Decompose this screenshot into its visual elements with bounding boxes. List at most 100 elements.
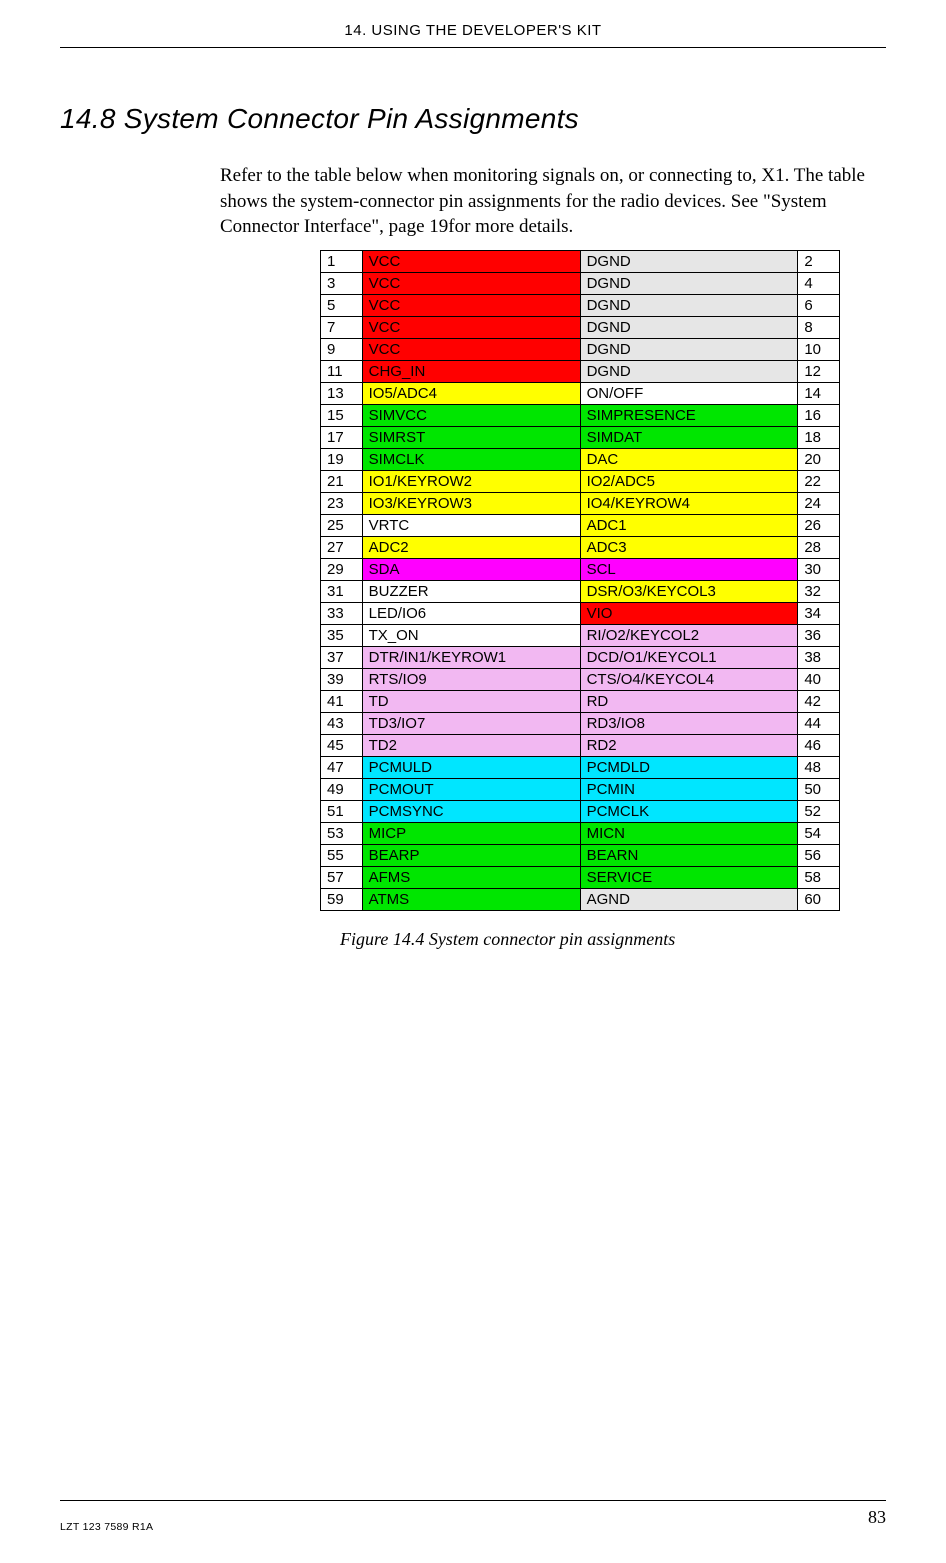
pin-signal-right: AGND [580,888,798,910]
pin-signal-left: TD3/IO7 [362,712,580,734]
table-row: 49PCMOUTPCMIN50 [321,778,840,800]
pin-signal-right: RD [580,690,798,712]
pin-signal-right: MICN [580,822,798,844]
footer-rule [60,1500,886,1501]
pin-number-right: 60 [798,888,840,910]
page: 14. USING THE DEVELOPER'S KIT 14.8 Syste… [0,0,946,1563]
table-row: 5VCCDGND6 [321,294,840,316]
table-row: 57AFMSSERVICE58 [321,866,840,888]
pin-signal-left: TD [362,690,580,712]
pin-number-left: 33 [321,602,363,624]
pin-signal-right: ADC3 [580,536,798,558]
pin-signal-right: SCL [580,558,798,580]
pin-number-left: 5 [321,294,363,316]
pin-number-left: 27 [321,536,363,558]
pin-number-right: 4 [798,272,840,294]
header-rule [60,47,886,48]
pin-signal-right: RD2 [580,734,798,756]
pin-signal-right: SERVICE [580,866,798,888]
pin-signal-left: IO3/KEYROW3 [362,492,580,514]
pin-number-left: 49 [321,778,363,800]
pin-signal-left: PCMOUT [362,778,580,800]
pin-signal-right: DSR/O3/KEYCOL3 [580,580,798,602]
pin-signal-left: ATMS [362,888,580,910]
pin-signal-right: DGND [580,294,798,316]
table-row: 43TD3/IO7RD3/IO844 [321,712,840,734]
section-heading: 14.8 System Connector Pin Assignments [60,103,886,135]
pin-number-right: 28 [798,536,840,558]
pin-signal-right: RD3/IO8 [580,712,798,734]
pin-signal-right: RI/O2/KEYCOL2 [580,624,798,646]
pin-number-right: 46 [798,734,840,756]
pin-number-left: 59 [321,888,363,910]
pin-number-right: 26 [798,514,840,536]
pin-signal-left: PCMSYNC [362,800,580,822]
pin-number-right: 50 [798,778,840,800]
pin-number-right: 12 [798,360,840,382]
pin-number-right: 34 [798,602,840,624]
table-row: 27ADC2ADC328 [321,536,840,558]
table-row: 41TDRD42 [321,690,840,712]
table-row: 23IO3/KEYROW3IO4/KEYROW424 [321,492,840,514]
doc-id: LZT 123 7589 R1A [60,1507,153,1533]
pin-signal-left: MICP [362,822,580,844]
pin-number-left: 25 [321,514,363,536]
table-row: 45TD2RD246 [321,734,840,756]
pin-signal-left: VCC [362,272,580,294]
pin-number-left: 57 [321,866,363,888]
pin-number-left: 45 [321,734,363,756]
pin-signal-right: DGND [580,316,798,338]
pin-signal-left: TX_ON [362,624,580,646]
pin-number-left: 7 [321,316,363,338]
pin-number-right: 36 [798,624,840,646]
pin-number-right: 6 [798,294,840,316]
pin-number-right: 52 [798,800,840,822]
pin-signal-right: SIMPRESENCE [580,404,798,426]
pin-signal-right: ADC1 [580,514,798,536]
table-row: 25VRTCADC126 [321,514,840,536]
pin-number-left: 35 [321,624,363,646]
table-row: 59ATMSAGND60 [321,888,840,910]
table-row: 53MICPMICN54 [321,822,840,844]
table-row: 21IO1/KEYROW2IO2/ADC522 [321,470,840,492]
intro-paragraph: Refer to the table below when monitoring… [220,163,876,240]
pin-signal-left: BUZZER [362,580,580,602]
table-row: 15SIMVCCSIMPRESENCE16 [321,404,840,426]
pin-number-right: 10 [798,338,840,360]
pin-signal-left: VCC [362,338,580,360]
pin-signal-left: LED/IO6 [362,602,580,624]
pin-signal-right: PCMCLK [580,800,798,822]
pin-signal-left: VCC [362,250,580,272]
table-row: 39RTS/IO9CTS/O4/KEYCOL440 [321,668,840,690]
pin-signal-left: ADC2 [362,536,580,558]
figure-caption: Figure 14.4 System connector pin assignm… [340,929,886,950]
pin-number-left: 9 [321,338,363,360]
pin-signal-left: VRTC [362,514,580,536]
pin-number-left: 39 [321,668,363,690]
pin-signal-left: SIMRST [362,426,580,448]
table-row: 33LED/IO6VIO34 [321,602,840,624]
pin-number-right: 22 [798,470,840,492]
pin-number-left: 29 [321,558,363,580]
pin-number-right: 56 [798,844,840,866]
pin-signal-right: DGND [580,360,798,382]
table-row: 29SDASCL30 [321,558,840,580]
pin-number-right: 20 [798,448,840,470]
table-row: 55BEARPBEARN56 [321,844,840,866]
pin-number-right: 54 [798,822,840,844]
pin-signal-left: SIMCLK [362,448,580,470]
pin-number-left: 3 [321,272,363,294]
pin-number-left: 21 [321,470,363,492]
pin-number-left: 37 [321,646,363,668]
pin-signal-left: RTS/IO9 [362,668,580,690]
pin-signal-left: DTR/IN1/KEYROW1 [362,646,580,668]
pin-signal-left: SIMVCC [362,404,580,426]
pin-signal-left: PCMULD [362,756,580,778]
pin-number-left: 15 [321,404,363,426]
pin-number-left: 1 [321,250,363,272]
pin-signal-left: SDA [362,558,580,580]
pin-number-right: 16 [798,404,840,426]
table-row: 17SIMRSTSIMDAT18 [321,426,840,448]
pin-signal-left: AFMS [362,866,580,888]
page-footer: LZT 123 7589 R1A 83 [60,1500,886,1533]
